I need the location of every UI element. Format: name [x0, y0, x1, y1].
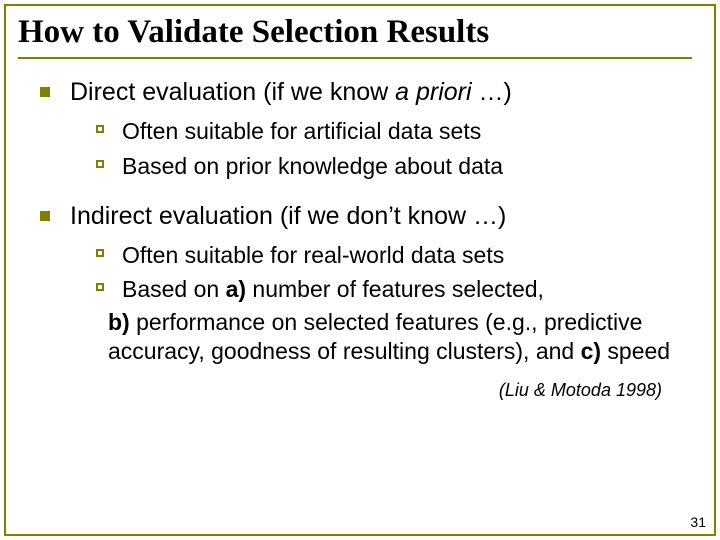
square-bullet-icon: [40, 87, 50, 97]
text-run: Direct evaluation (if we know: [70, 78, 395, 106]
frame-border-bottom: [4, 534, 716, 536]
citation: (Liu & Motoda 1998): [18, 380, 692, 401]
bullet-text: Direct evaluation (if we know a priori ……: [70, 77, 692, 107]
bullet-text: Often suitable for artificial data sets: [122, 117, 692, 146]
bullet-level2: Based on prior knowledge about data: [18, 152, 692, 181]
slide-title: How to Validate Selection Results: [18, 14, 692, 51]
bullet-text: Indirect evaluation (if we don’t know …): [70, 201, 692, 231]
bullet-level2: Often suitable for real-world data sets: [18, 241, 692, 270]
text-run: number of features selected,: [246, 276, 544, 302]
bullet-level2: Often suitable for artificial data sets: [18, 117, 692, 146]
bullet-level1: Direct evaluation (if we know a priori ……: [18, 77, 692, 107]
bold-run: c): [581, 338, 601, 364]
hollow-square-icon: [96, 125, 104, 133]
text-run: speed: [601, 338, 670, 364]
bold-run: b): [108, 309, 130, 335]
bullet-level1: Indirect evaluation (if we don’t know …): [18, 201, 692, 231]
slide-body: How to Validate Selection Results Direct…: [0, 0, 720, 401]
bullet-level2: Based on a) number of features selected,: [18, 275, 692, 304]
bold-run: a): [226, 276, 246, 302]
bullet-text: Often suitable for real-world data sets: [122, 241, 692, 270]
hollow-square-icon: [96, 283, 104, 291]
continuation-line: b) performance on selected features (e.g…: [108, 308, 692, 366]
text-run: performance on selected features (e.g., …: [108, 309, 642, 364]
italic-run: a priori: [395, 78, 471, 106]
text-run: …): [472, 78, 512, 106]
bullet-text: Based on a) number of features selected,: [122, 275, 692, 304]
square-bullet-icon: [40, 211, 50, 221]
text-run: Indirect evaluation (if we don’t know …): [70, 202, 506, 230]
text-run: Based on: [122, 276, 226, 302]
title-underline: [18, 57, 692, 59]
page-number: 31: [690, 514, 706, 530]
hollow-square-icon: [96, 249, 104, 257]
hollow-square-icon: [96, 160, 104, 168]
bullet-text: Based on prior knowledge about data: [122, 152, 692, 181]
